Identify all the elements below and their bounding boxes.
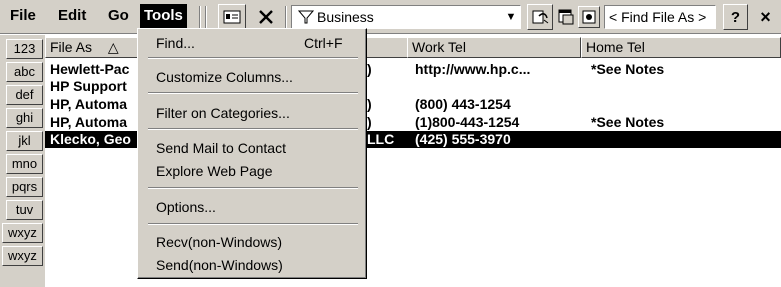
letter-tab-jkl[interactable]: jkl: [6, 131, 43, 151]
delete-button[interactable]: [252, 4, 280, 30]
menu-item-filter-on-categories[interactable]: Filter on Categories...: [156, 103, 290, 123]
cell-work-tel: (425) 555-3970: [415, 131, 511, 147]
letter-tab-wxyz[interactable]: wxyz: [2, 246, 43, 266]
cell-file-as: Hewlett-Pac: [50, 61, 130, 77]
menu-item-explore-web-page[interactable]: Explore Web Page: [156, 161, 272, 181]
cell-home-tel: *See Notes: [591, 114, 665, 130]
card-icon: [223, 10, 241, 24]
sort-ascending-icon: △: [107, 39, 119, 55]
command-bar: File Edit Go Tools Business ▼ < Find Fil…: [0, 0, 781, 34]
category-combo-value: Business: [317, 9, 374, 25]
category-combo[interactable]: Business ▼: [291, 5, 521, 29]
beam-button[interactable]: [527, 4, 553, 30]
new-contact-button[interactable]: [218, 4, 246, 30]
find-file-as-input[interactable]: < Find File As >: [604, 5, 716, 29]
letter-tab-ghi[interactable]: ghi: [6, 108, 43, 128]
column-header-file-as-label: File As: [50, 39, 93, 55]
beam-icon: [532, 10, 549, 24]
menu-item-find-label: Find...: [156, 35, 195, 51]
filter-funnel-icon: [298, 10, 314, 24]
menu-go[interactable]: Go: [104, 4, 133, 28]
menu-tools[interactable]: Tools: [140, 4, 187, 28]
cell-work-tel: (1)800-443-1254: [415, 114, 520, 130]
letter-tab-123[interactable]: 123: [6, 39, 43, 59]
menu-separator: [148, 223, 358, 225]
column-header-home-tel[interactable]: Home Tel: [581, 37, 781, 58]
menu-item-customize-columns[interactable]: Customize Columns...: [156, 67, 293, 87]
cell-company: ): [367, 61, 372, 77]
cell-work-tel: http://www.hp.c...: [415, 61, 531, 77]
chevron-down-icon[interactable]: ▼: [502, 6, 520, 28]
toolbar-separator: [205, 6, 207, 28]
cell-company: ): [367, 96, 372, 112]
speaker-icon: [582, 10, 596, 24]
cell-file-as: HP Support: [50, 78, 127, 94]
toolbar-separator: [285, 6, 287, 28]
view-button[interactable]: [556, 4, 576, 30]
menu-item-recv-non-windows[interactable]: Recv(non-Windows): [156, 232, 282, 252]
letter-tab-def[interactable]: def: [6, 85, 43, 105]
menu-item-find-shortcut: Ctrl+F: [304, 35, 343, 51]
cell-file-as: HP, Automa: [50, 114, 128, 130]
letter-tab-pqrs[interactable]: pqrs: [6, 177, 43, 197]
menu-file[interactable]: File: [6, 4, 40, 28]
menu-item-options[interactable]: Options...: [156, 197, 216, 217]
letter-tab-wxyz[interactable]: wxyz: [2, 223, 43, 243]
menu-separator: [148, 92, 358, 94]
cell-company: LLC: [367, 131, 395, 147]
column-header-work-tel[interactable]: Work Tel: [407, 37, 581, 58]
cell-file-as: Klecko, Geo: [50, 131, 131, 147]
delete-x-icon: [259, 10, 273, 24]
menu-item-send-non-windows[interactable]: Send(non-Windows): [156, 255, 283, 275]
cell-home-tel: *See Notes: [591, 61, 665, 77]
menu-separator: [148, 57, 358, 59]
menu-item-send-mail[interactable]: Send Mail to Contact: [156, 138, 286, 158]
letter-tab-abc[interactable]: abc: [6, 62, 43, 82]
help-button[interactable]: ?: [723, 4, 748, 30]
menu-item-find[interactable]: Find... Ctrl+F: [156, 33, 361, 53]
close-button[interactable]: ×: [753, 4, 778, 30]
cell-file-as: HP, Automa: [50, 96, 128, 112]
letter-tab-mno[interactable]: mno: [6, 154, 43, 174]
sound-button[interactable]: [578, 6, 600, 28]
cell-company: ): [367, 114, 372, 130]
letter-tab-tuv[interactable]: tuv: [6, 200, 43, 220]
menu-separator: [148, 187, 358, 189]
letter-index: 123 abc def ghi jkl mno pqrs tuv wxyz wx…: [0, 35, 45, 287]
cell-work-tel: (800) 443-1254: [415, 96, 511, 112]
window-icon: [558, 9, 574, 25]
tools-menu-dropdown: Find... Ctrl+F Customize Columns... Filt…: [137, 28, 367, 279]
menu-separator: [148, 128, 358, 130]
toolbar-separator: [199, 6, 201, 28]
menu-edit[interactable]: Edit: [54, 4, 90, 28]
